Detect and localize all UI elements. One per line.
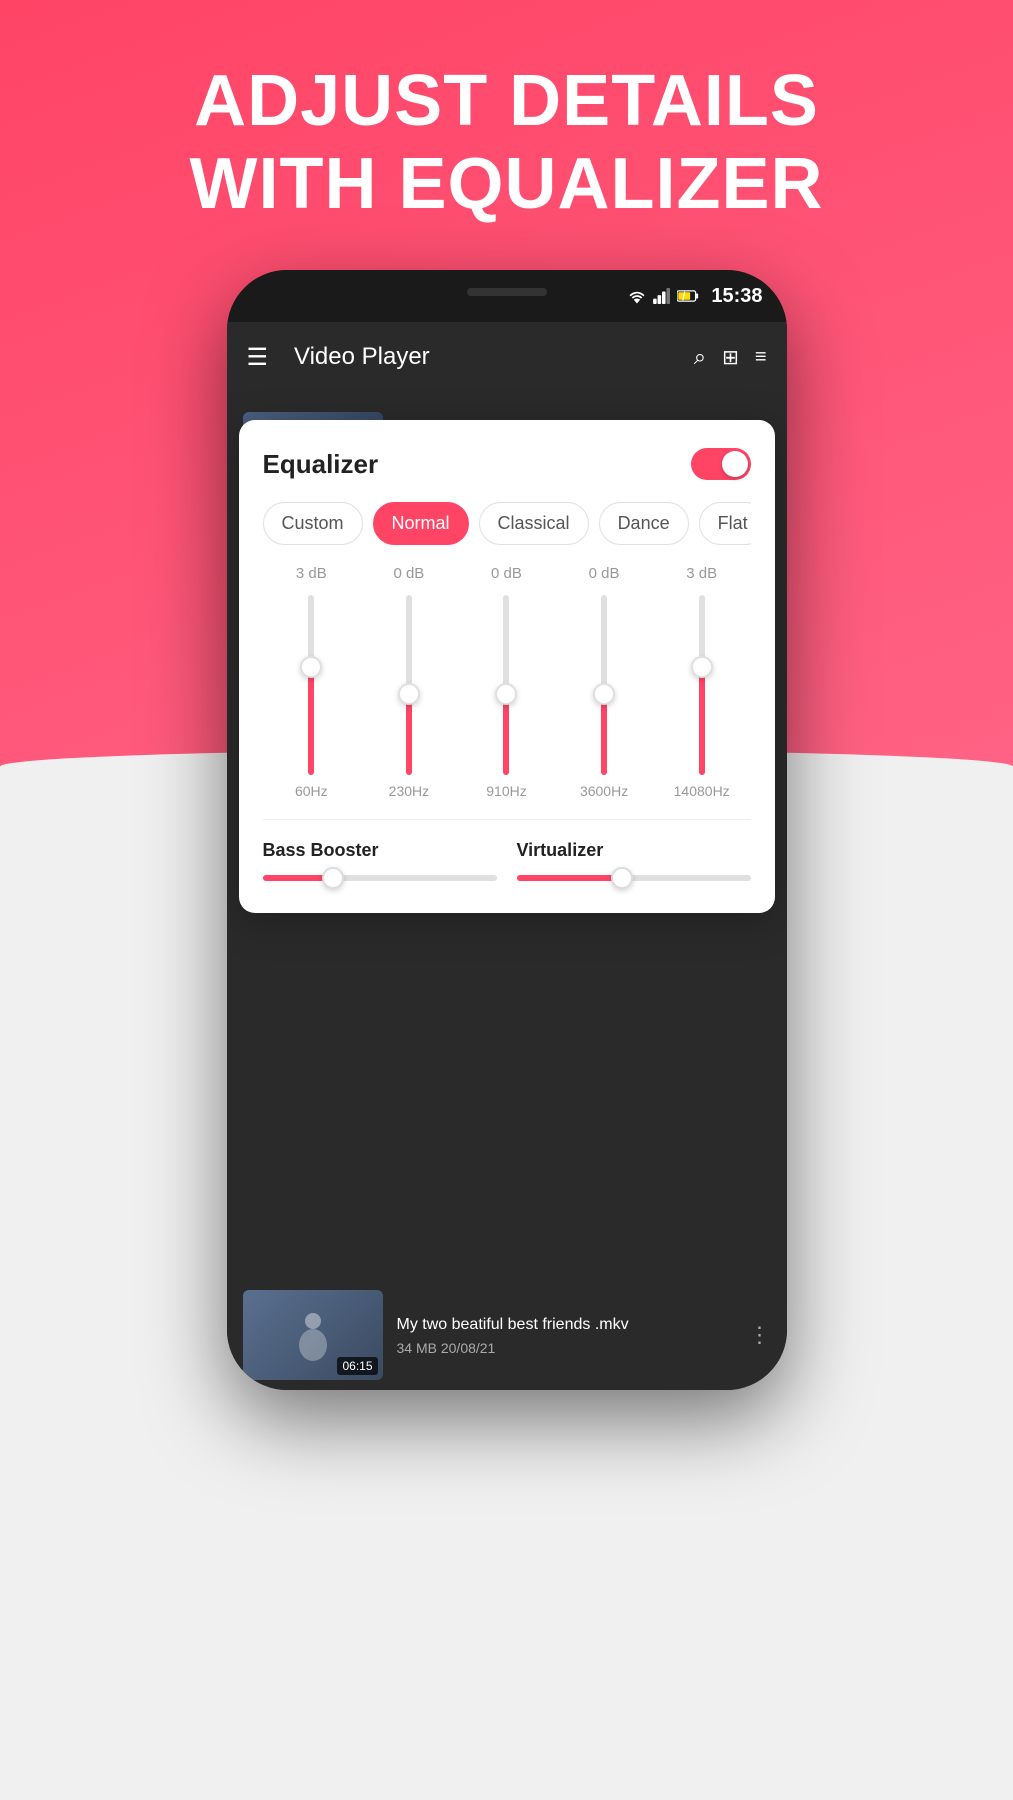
phone-screen: 15:38 ☰ Video Player ⌕ ⊞ ≡ — [227, 270, 787, 1390]
bottom-video-list: 06:15 My two beatiful best friends .mkv … — [227, 1280, 787, 1390]
virtualizer-thumb[interactable] — [611, 867, 633, 889]
eq-slider-60hz[interactable] — [308, 595, 314, 775]
eq-header: Equalizer — [263, 448, 751, 480]
phone-shell: 15:38 ☰ Video Player ⌕ ⊞ ≡ — [227, 270, 787, 1390]
eq-fill-910hz — [503, 694, 509, 775]
status-bar: 15:38 — [227, 270, 787, 322]
headline-line1: ADJUST DETAILS — [80, 60, 933, 143]
bass-booster-section: Bass Booster — [263, 840, 497, 881]
preset-chip-flat[interactable]: Flat — [699, 502, 751, 545]
preset-chips: Custom Normal Classical Dance Flat — [263, 502, 751, 545]
virtualizer-section: Virtualizer — [517, 840, 751, 881]
virtualizer-fill — [517, 875, 622, 881]
status-icons: 15:38 — [627, 285, 762, 308]
thumb-figure-bottom — [283, 1305, 343, 1365]
eq-fill-60hz — [308, 667, 314, 775]
filter-icon[interactable]: ≡ — [755, 346, 767, 369]
eq-sliders: 3 dB 60Hz 0 dB 230Hz — [263, 565, 751, 820]
toggle-knob — [722, 451, 748, 477]
video-info-bottom1: My two beatiful best friends .mkv 34 MB … — [397, 1314, 735, 1356]
status-time: 15:38 — [711, 285, 762, 308]
eq-db-230hz: 0 dB — [393, 565, 424, 587]
eq-band-230hz: 0 dB 230Hz — [360, 565, 458, 799]
eq-fill-3600hz — [601, 694, 607, 775]
equalizer-dialog: Equalizer Custom Normal Classical Dance … — [239, 420, 775, 913]
eq-hz-14080hz: 14080Hz — [674, 783, 730, 799]
fx-section: Bass Booster Virtualizer — [263, 840, 751, 881]
headline-line2: WITH EQUALIZER — [80, 143, 933, 226]
preset-chip-custom[interactable]: Custom — [263, 502, 363, 545]
eq-fill-14080hz — [699, 667, 705, 775]
virtualizer-label: Virtualizer — [517, 840, 751, 861]
eq-thumb-910hz[interactable] — [495, 683, 517, 705]
eq-hz-60hz: 60Hz — [295, 783, 328, 799]
search-icon[interactable]: ⌕ — [694, 344, 706, 370]
bass-booster-thumb[interactable] — [322, 867, 344, 889]
eq-thumb-14080hz[interactable] — [691, 656, 713, 678]
menu-icon[interactable]: ☰ — [247, 343, 269, 372]
eq-band-3600hz: 0 dB 3600Hz — [555, 565, 653, 799]
video-thumbnail-bottom1: 06:15 — [243, 1290, 383, 1380]
eq-band-910hz: 0 dB 910Hz — [458, 565, 556, 799]
eq-hz-230hz: 230Hz — [389, 783, 429, 799]
eq-slider-230hz[interactable] — [406, 595, 412, 775]
battery-icon — [677, 289, 699, 303]
eq-hz-910hz: 910Hz — [486, 783, 526, 799]
video-duration-badge: 06:15 — [337, 1357, 377, 1375]
phone-speaker — [467, 288, 547, 296]
app-bar: ☰ Video Player ⌕ ⊞ ≡ — [227, 322, 787, 392]
video-menu-button-bottom1[interactable]: ⋮ — [749, 1322, 771, 1348]
video-item-bottom-1[interactable]: 06:15 My two beatiful best friends .mkv … — [227, 1280, 787, 1390]
eq-title: Equalizer — [263, 449, 379, 480]
bass-booster-label: Bass Booster — [263, 840, 497, 861]
bass-booster-track[interactable] — [263, 875, 497, 881]
eq-band-14080hz: 3 dB 14080Hz — [653, 565, 751, 799]
signal-icon — [653, 288, 671, 304]
eq-db-910hz: 0 dB — [491, 565, 522, 587]
preset-chip-dance[interactable]: Dance — [599, 502, 689, 545]
virtualizer-track[interactable] — [517, 875, 751, 881]
eq-thumb-230hz[interactable] — [398, 683, 420, 705]
eq-hz-3600hz: 3600Hz — [580, 783, 628, 799]
eq-slider-14080hz[interactable] — [699, 595, 705, 775]
app-title: Video Player — [294, 343, 678, 371]
grid-icon[interactable]: ⊞ — [722, 345, 739, 370]
video-meta-bottom1: 34 MB 20/08/21 — [397, 1340, 735, 1356]
eq-slider-910hz[interactable] — [503, 595, 509, 775]
video-title-bottom1: My two beatiful best friends .mkv — [397, 1314, 735, 1336]
eq-thumb-3600hz[interactable] — [593, 683, 615, 705]
headline: ADJUST DETAILS WITH EQUALIZER — [0, 60, 1013, 226]
eq-thumb-60hz[interactable] — [300, 656, 322, 678]
eq-db-14080hz: 3 dB — [686, 565, 717, 587]
eq-band-60hz: 3 dB 60Hz — [263, 565, 361, 799]
eq-fill-230hz — [406, 694, 412, 775]
preset-chip-classical[interactable]: Classical — [479, 502, 589, 545]
preset-chip-normal[interactable]: Normal — [373, 502, 469, 545]
eq-db-3600hz: 0 dB — [589, 565, 620, 587]
wifi-icon — [627, 288, 647, 304]
eq-toggle[interactable] — [691, 448, 751, 480]
eq-db-60hz: 3 dB — [296, 565, 327, 587]
eq-slider-3600hz[interactable] — [601, 595, 607, 775]
